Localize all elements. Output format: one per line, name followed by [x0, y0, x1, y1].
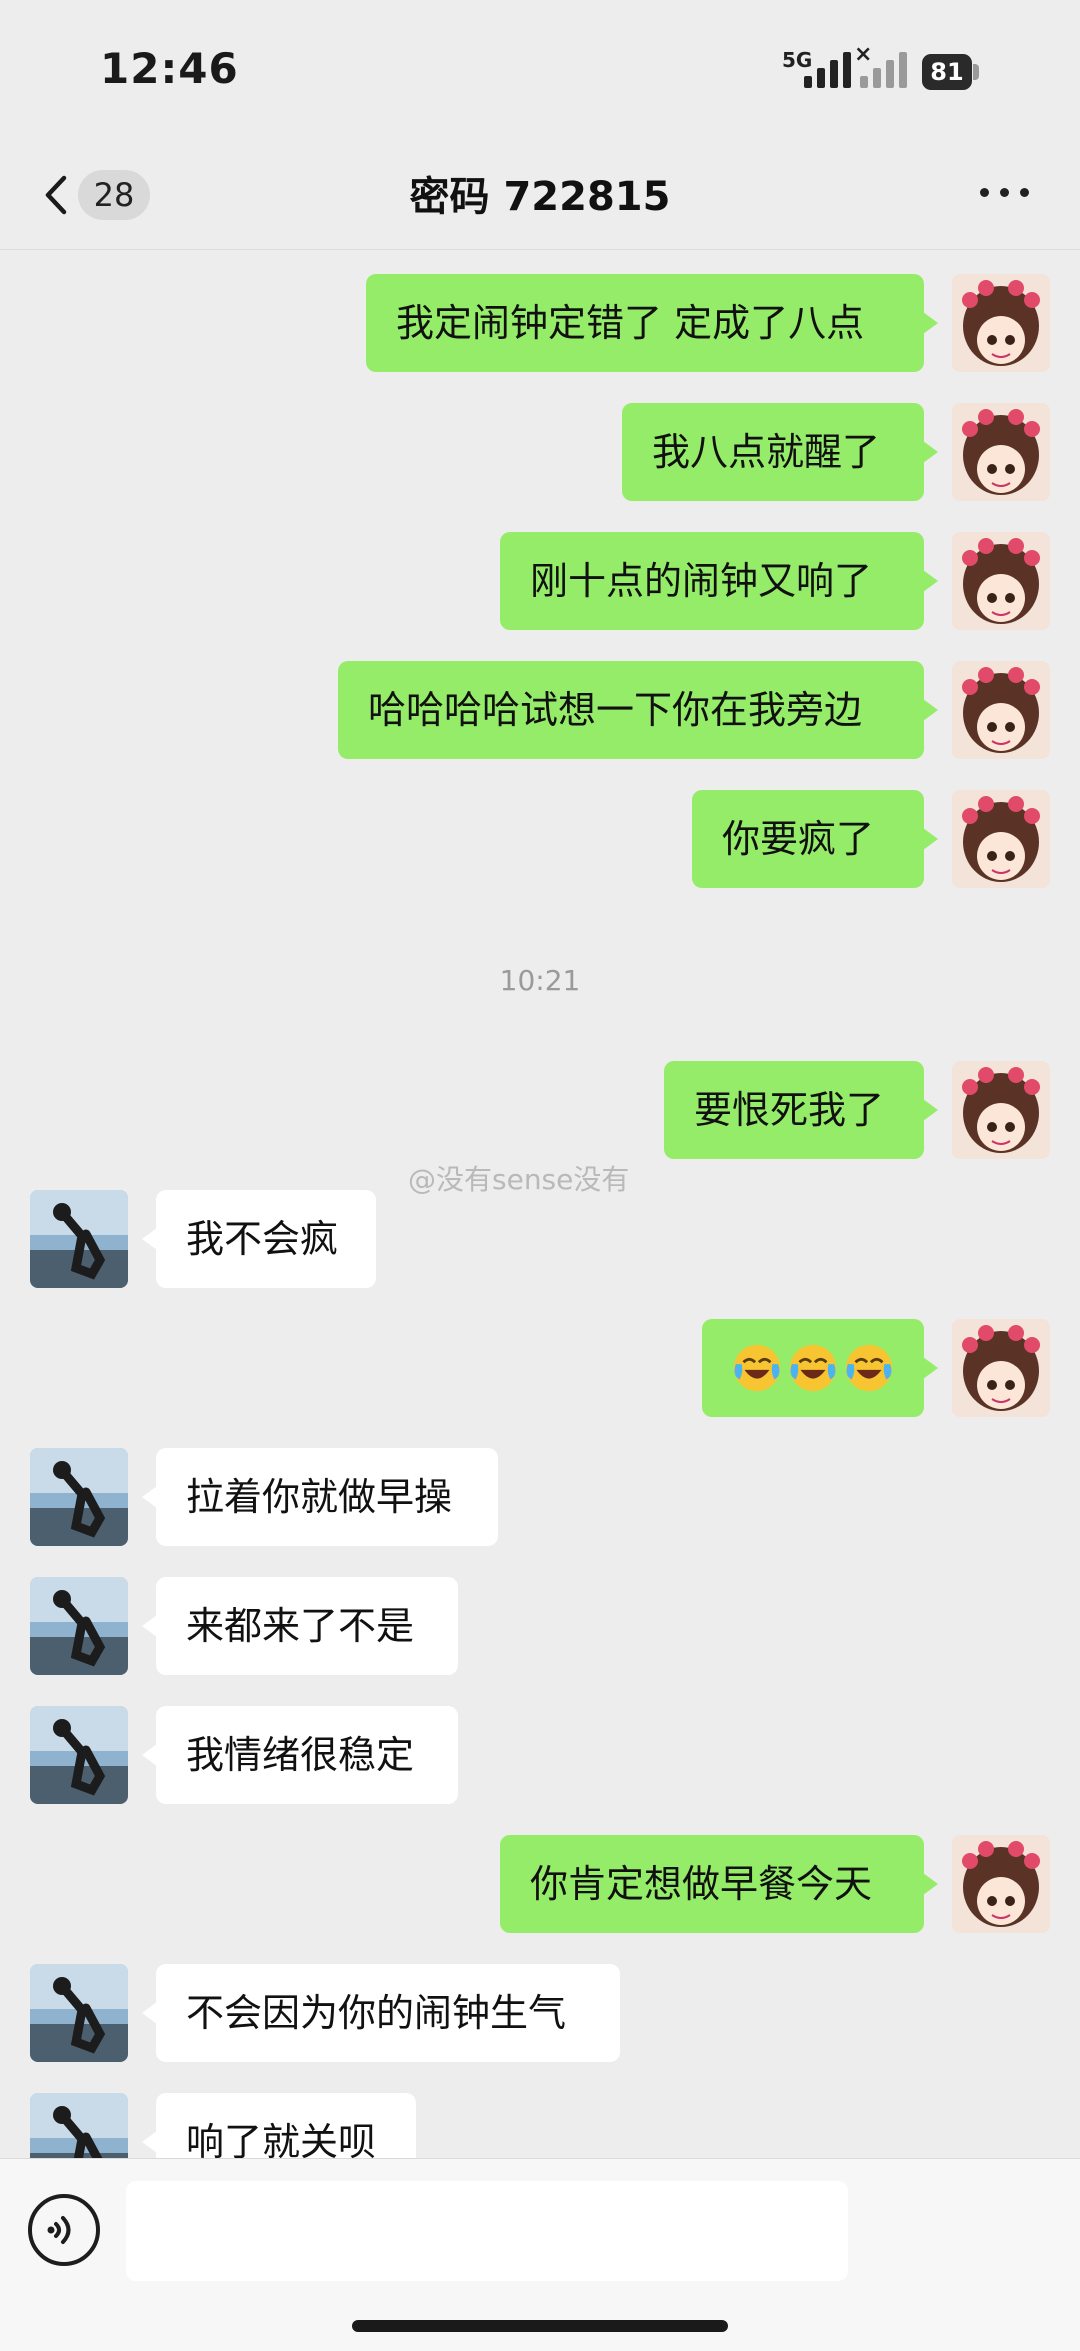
loudly-crying-laughing-emoji-icon [732, 1342, 782, 1394]
message-bubble-received[interactable]: 来都来了不是 [142, 1577, 458, 1675]
loudly-crying-laughing-emoji-icon [844, 1342, 894, 1394]
contact-avatar[interactable] [30, 1190, 128, 1288]
message-bubble-sent[interactable]: 我八点就醒了 [622, 403, 938, 501]
home-indicator[interactable] [352, 2320, 728, 2332]
contact-avatar[interactable] [30, 1964, 128, 2062]
message-bubble-sent[interactable]: 哈哈哈哈试想一下你在我旁边 [338, 661, 938, 759]
message-input[interactable] [126, 2181, 848, 2281]
loudly-crying-laughing-emoji-icon [788, 1342, 838, 1394]
my-avatar[interactable] [952, 1319, 1050, 1417]
signal-strength-icon [804, 50, 851, 88]
signal-strength-sim2-icon [860, 50, 907, 88]
my-avatar[interactable] [952, 790, 1050, 888]
watermark: @没有sense没有 [408, 1163, 630, 1196]
more-options-icon[interactable] [980, 188, 1029, 197]
message-bubble-sent[interactable]: 你肯定想做早餐今天 [500, 1835, 938, 1933]
battery-cap [973, 64, 979, 80]
contact-avatar[interactable] [30, 1706, 128, 1804]
message-bubble-received[interactable]: 我不会疯 [142, 1190, 376, 1288]
chat-title: 密码 722815 [409, 174, 671, 220]
my-avatar[interactable] [952, 1061, 1050, 1159]
message-timestamp: 10:21 [499, 964, 581, 997]
my-avatar[interactable] [952, 532, 1050, 630]
my-avatar[interactable] [952, 403, 1050, 501]
contact-avatar[interactable] [30, 1577, 128, 1675]
message-bubble-sent[interactable]: 要恨死我了 [664, 1061, 938, 1159]
message-bubble-sent[interactable]: 我定闹钟定错了 定成了八点 [366, 274, 938, 372]
message-bubble-sent[interactable]: 刚十点的闹钟又响了 [500, 532, 938, 630]
voice-icon[interactable] [28, 2194, 100, 2266]
message-bubble-sent-emoji[interactable] [702, 1319, 938, 1417]
message-bubble-received[interactable]: 不会因为你的闹钟生气 [142, 1964, 620, 2062]
my-avatar[interactable] [952, 1835, 1050, 1933]
message-bubble-sent[interactable]: 你要疯了 [692, 790, 938, 888]
status-bar: 12:46 5G × 81 [0, 0, 1080, 140]
contact-avatar[interactable] [30, 1448, 128, 1546]
status-time: 12:46 [100, 44, 239, 93]
my-avatar[interactable] [952, 274, 1050, 372]
message-bubble-received[interactable]: 拉着你就做早操 [142, 1448, 498, 1546]
message-bubble-received[interactable]: 我情绪很稳定 [142, 1706, 458, 1804]
chat-header: 28 密码 722815 [0, 140, 1080, 250]
my-avatar[interactable] [952, 661, 1050, 759]
battery-icon: 81 [922, 54, 972, 90]
